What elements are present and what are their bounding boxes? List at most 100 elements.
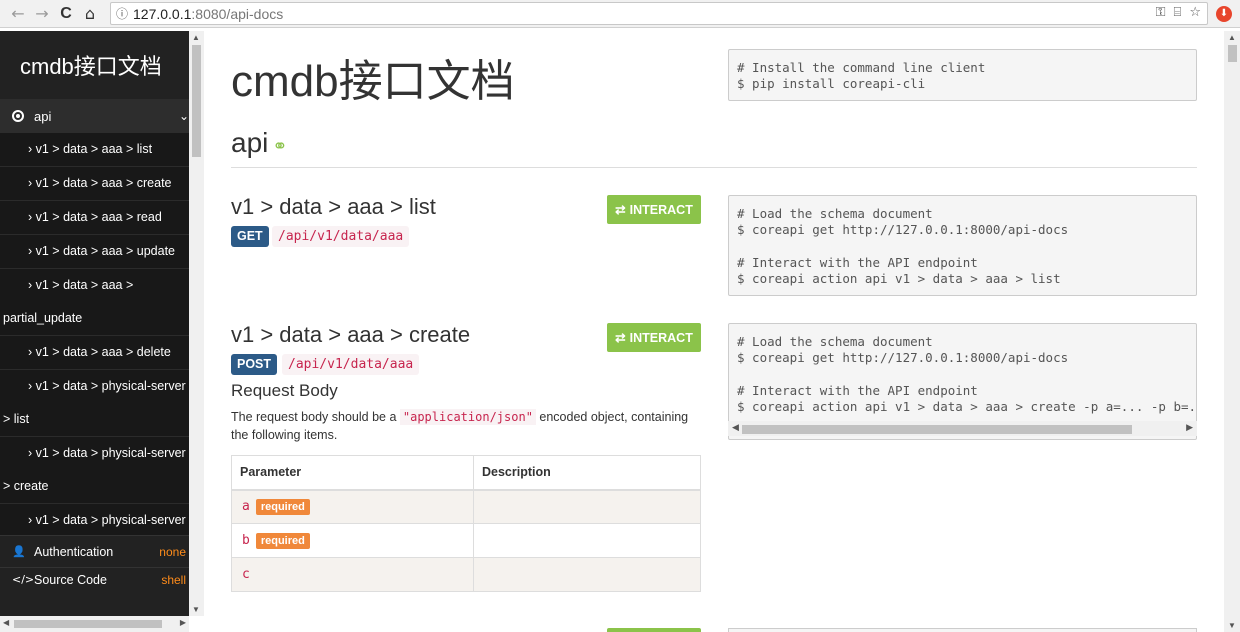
sidebar-endpoint-item[interactable]: › v1 > data > aaa > create <box>0 167 189 201</box>
sidebar-item-label: › v1 > data > aaa > update <box>28 244 175 258</box>
table-row: b required <box>231 523 701 558</box>
code-horizontal-scrollbar[interactable]: ◀ ▶ <box>728 421 1197 436</box>
sidebar-endpoint-item[interactable]: › v1 > data > physical-server > list <box>0 370 189 437</box>
footer-value: none <box>159 544 186 559</box>
star-icon[interactable]: ☆ <box>1189 5 1201 20</box>
scroll-left-icon[interactable]: ◀ <box>732 422 739 433</box>
sidebar-horizontal-scrollbar[interactable]: ◀ ▶ <box>0 616 189 632</box>
info-icon[interactable]: ⓘ <box>111 5 133 22</box>
scroll-down-icon[interactable]: ▼ <box>1228 621 1236 630</box>
parameter-cell: a required <box>231 489 474 524</box>
scroll-left-icon[interactable]: ◀ <box>3 618 9 627</box>
interact-button[interactable] <box>607 628 701 632</box>
parameter-name: c <box>242 567 250 582</box>
scrollbar-thumb[interactable] <box>192 45 201 157</box>
description-cell <box>473 523 701 558</box>
endpoint-code-block: # Load the schema document $ coreapi get… <box>728 195 1197 296</box>
column-header: Description <box>473 455 701 491</box>
sidebar-endpoint-item[interactable]: › v1 > data > physical-server > create <box>0 437 189 504</box>
required-badge: required <box>255 532 310 549</box>
chevron-down-icon: ⌄ <box>178 109 189 123</box>
sidebar-section-label: api <box>34 108 52 124</box>
user-icon: 👤 <box>12 545 26 558</box>
footer-label: Source Code <box>34 573 107 587</box>
parameter-name: b <box>242 532 250 548</box>
url-host: 127.0.0.1 <box>133 5 192 22</box>
scroll-right-icon[interactable]: ▶ <box>1186 422 1193 433</box>
scrollbar-thumb[interactable] <box>742 425 1132 434</box>
interact-label: INTERACT <box>629 202 693 217</box>
sidebar-item-label-continued: partial_update <box>3 311 83 325</box>
scroll-right-icon[interactable]: ▶ <box>180 618 186 627</box>
interact-button[interactable]: ⇄ INTERACT <box>607 323 701 352</box>
swap-icon: ⇄ <box>615 331 626 345</box>
sidebar-title[interactable]: cmdb接口文档 <box>0 31 189 99</box>
sidebar-endpoint-item[interactable]: › v1 > data > aaa > partial_update <box>0 269 189 336</box>
footer-value: shell <box>161 573 186 587</box>
parameter-cell: b required <box>231 523 474 558</box>
description-cell <box>473 557 701 592</box>
url-path: :8080/api-docs <box>191 5 284 22</box>
parameter-table: Parameter Description a required b required… <box>231 455 701 592</box>
extension-icon[interactable]: ⬇ <box>1216 6 1232 22</box>
table-row: c <box>231 557 701 592</box>
parameter-cell: c <box>231 557 474 592</box>
sidebar-item-label: › v1 > data > aaa > delete <box>28 345 171 359</box>
address-bar[interactable]: ⓘ 127.0.0.1:8080/api-docs ⚿ ⌸ ☆ <box>110 2 1208 25</box>
sidebar-item-label: › v1 > data > physical-server <box>28 379 186 393</box>
forward-icon[interactable]: → <box>30 4 54 23</box>
sidebar-endpoint-item[interactable]: › v1 > data > aaa > read <box>0 201 189 235</box>
sidebar-section-api[interactable]: api ⌄ <box>0 99 189 133</box>
link-icon[interactable]: ⚭ <box>272 136 287 157</box>
key-icon[interactable]: ⚿ <box>1156 5 1166 20</box>
browser-toolbar: ← → C ⌂ ⓘ 127.0.0.1:8080/api-docs ⚿ ⌸ ☆ … <box>0 0 1240 28</box>
table-row: a required <box>231 489 701 524</box>
section-heading: api ⚭ <box>231 127 287 159</box>
sidebar-authentication[interactable]: 👤 Authentication none <box>0 535 189 567</box>
sidebar-endpoint-item[interactable]: › v1 > data > aaa > delete <box>0 336 189 370</box>
sidebar-item-label: › v1 > data > physical-server <box>28 446 186 460</box>
sidebar-item-label-continued: > list <box>3 412 30 426</box>
sidebar-item-label-continued: > create <box>3 479 49 493</box>
translate-icon[interactable]: ⌸ <box>1174 5 1182 20</box>
scroll-up-icon[interactable]: ▲ <box>192 33 200 42</box>
parameter-name: a <box>242 498 250 514</box>
interact-button[interactable]: ⇄ INTERACT <box>607 195 701 224</box>
swap-icon: ⇄ <box>615 203 626 217</box>
column-header: Parameter <box>231 455 474 491</box>
sidebar-item-label: › v1 > data > aaa > list <box>28 142 153 156</box>
description-cell <box>473 489 701 524</box>
interact-label: INTERACT <box>629 330 693 345</box>
table-header-row: Parameter Description <box>231 455 701 491</box>
required-badge: required <box>255 498 310 515</box>
sidebar-scrollbar[interactable]: ▲ ▼ <box>189 31 204 616</box>
main-content: cmdb接口文档 # Install the command line clie… <box>204 31 1224 632</box>
sidebar-footer: 👤 Authentication none </> Source Code sh… <box>0 535 189 589</box>
sidebar-endpoint-item[interactable]: › v1 > data > aaa > list <box>0 133 189 167</box>
code-icon: </> <box>12 573 35 586</box>
sidebar-item-label: › v1 > data > aaa > <box>28 278 134 292</box>
install-code-block: # Install the command line client $ pip … <box>728 49 1197 101</box>
scroll-up-icon[interactable]: ▲ <box>1228 33 1236 42</box>
sidebar-source-code[interactable]: </> Source Code shell <box>0 567 189 589</box>
endpoint-path: /api/v1/data/aaa <box>272 226 410 247</box>
endpoint-code-block <box>728 628 1197 632</box>
sidebar-item-label: › v1 > data > physical-server <box>28 513 186 527</box>
endpoint-path: /api/v1/data/aaa <box>282 354 420 375</box>
scrollbar-thumb[interactable] <box>14 620 162 628</box>
home-icon[interactable]: ⌂ <box>78 4 102 23</box>
method-badge: POST <box>231 354 278 375</box>
sidebar-endpoint-item[interactable]: › v1 > data > aaa > update <box>0 235 189 269</box>
back-icon[interactable]: ← <box>6 4 30 23</box>
sidebar-endpoint-list: › v1 > data > aaa > list › v1 > data > aa… <box>0 133 189 571</box>
parameter-rows: a required b required c <box>231 489 701 592</box>
page-scrollbar[interactable]: ▲ ▼ <box>1224 31 1240 632</box>
divider <box>231 167 1197 168</box>
request-body-description: The request body should be a "applicatio… <box>231 408 701 444</box>
request-body-heading: Request Body <box>231 381 338 400</box>
sidebar-item-label: › v1 > data > aaa > read <box>28 210 162 224</box>
scroll-down-icon[interactable]: ▼ <box>192 605 200 614</box>
endpoint-title: v1 > data > aaa > list <box>231 194 436 219</box>
scrollbar-thumb[interactable] <box>1228 45 1237 62</box>
reload-icon[interactable]: C <box>54 5 78 23</box>
